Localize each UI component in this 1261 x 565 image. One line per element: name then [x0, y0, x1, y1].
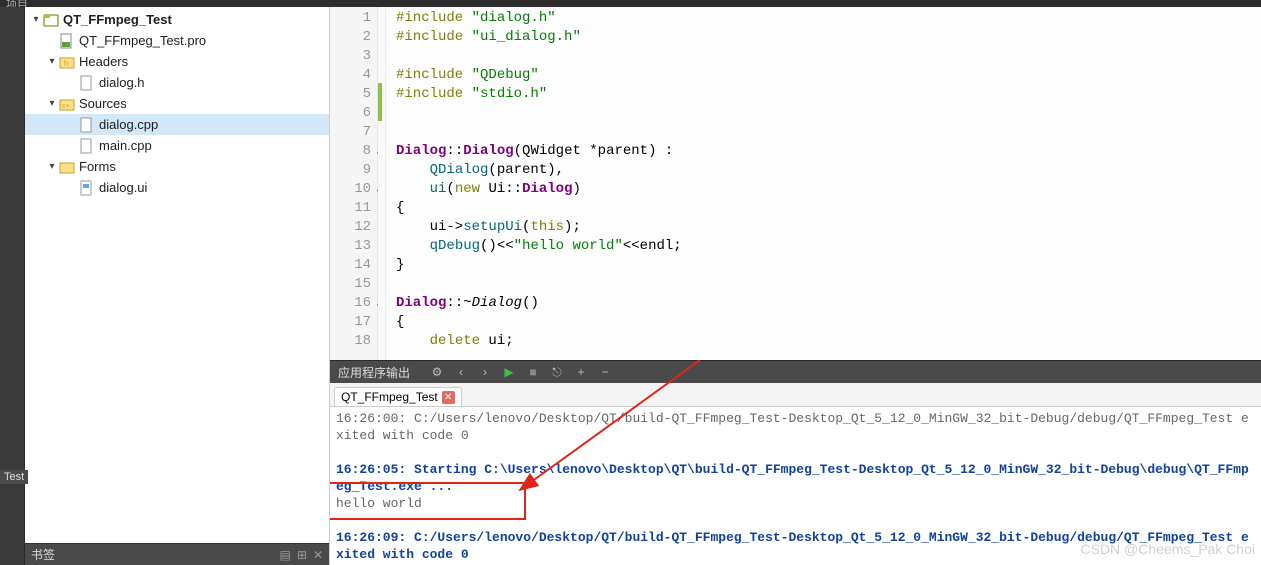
h-file-icon [79, 75, 95, 91]
chevron-down-icon[interactable]: ▾ [29, 14, 43, 25]
tree-file-dialog-h[interactable]: dialog.h [25, 72, 329, 93]
tree-label: main.cpp [99, 138, 152, 153]
output-line [336, 444, 1255, 461]
tree-forms-folder[interactable]: ▾ Forms [25, 156, 329, 177]
output-line [336, 512, 1255, 529]
next-icon[interactable]: › [476, 365, 494, 379]
settings-icon[interactable]: ⚙ [428, 365, 446, 379]
folder-ui-icon [59, 159, 75, 175]
tree-label: Headers [79, 54, 128, 69]
project-tree[interactable]: ▾ QT_FFmpeg_Test QT_FFmpeg_Test.pro ▾ h … [25, 7, 329, 543]
attach-icon[interactable]: ⎋ [548, 365, 566, 380]
tree-label: QT_FFmpeg_Test [63, 12, 172, 27]
line-gutter: 12345678▾910▾111213141516▾1718 [330, 7, 378, 360]
tree-file-dialog-cpp[interactable]: dialog.cpp [25, 114, 329, 135]
cpp-file-icon [79, 117, 95, 133]
tree-pro-file[interactable]: QT_FFmpeg_Test.pro [25, 30, 329, 51]
project-icon [43, 12, 59, 28]
tree-file-main-cpp[interactable]: main.cpp [25, 135, 329, 156]
svg-text:c+: c+ [62, 103, 70, 110]
output-line: hello world [336, 495, 1255, 512]
top-tab-bar: 项目 [0, 0, 1261, 7]
close-icon[interactable]: ✕ [442, 391, 455, 404]
chevron-down-icon[interactable]: ▾ [45, 98, 59, 109]
output-tab[interactable]: QT_FFmpeg_Test ✕ [334, 387, 462, 406]
tree-label: dialog.cpp [99, 117, 158, 132]
chevron-down-icon[interactable]: ▾ [45, 161, 59, 172]
tree-file-dialog-ui[interactable]: dialog.ui [25, 177, 329, 198]
tree-label: dialog.ui [99, 180, 147, 195]
output-header: 应用程序输出 ⚙ ‹ › ▶ ■ ⎋ + − [330, 361, 1261, 383]
folder-h-icon: h [59, 54, 75, 70]
code-editor[interactable]: 12345678▾910▾111213141516▾1718 #include … [330, 7, 1261, 360]
editor-column: 12345678▾910▾111213141516▾1718 #include … [330, 7, 1261, 565]
output-panel: 应用程序输出 ⚙ ‹ › ▶ ■ ⎋ + − QT_FFmpeg_Test ✕ [330, 360, 1261, 565]
add-icon[interactable]: + [572, 365, 590, 379]
run-icon[interactable]: ▶ [500, 365, 518, 379]
ui-file-icon [79, 180, 95, 196]
output-tab-label: QT_FFmpeg_Test [341, 390, 438, 404]
cpp-file-icon [79, 138, 95, 154]
main-area: ▾ QT_FFmpeg_Test QT_FFmpeg_Test.pro ▾ h … [0, 7, 1261, 565]
tree-project-root[interactable]: ▾ QT_FFmpeg_Test [25, 9, 329, 30]
bookmark-bar: 书签 ▤ ⊞ ✕ [25, 543, 329, 565]
tree-headers-folder[interactable]: ▾ h Headers [25, 51, 329, 72]
output-line: 16:26:00: C:/Users/lenovo/Desktop/QT/bui… [336, 410, 1255, 444]
pro-file-icon [59, 33, 75, 49]
tree-label: dialog.h [99, 75, 145, 90]
project-panel: ▾ QT_FFmpeg_Test QT_FFmpeg_Test.pro ▾ h … [25, 7, 330, 565]
watermark: CSDN @Cheems_Pak Choi [1081, 541, 1256, 557]
change-mark-bar [378, 7, 386, 360]
bookmark-label: 书签 [31, 546, 55, 563]
tree-label: Forms [79, 159, 116, 174]
output-toolbar: ⚙ ‹ › ▶ ■ ⎋ + − [428, 365, 614, 380]
output-line: 16:26:05: Starting C:\Users\lenovo\Deskt… [336, 461, 1255, 495]
output-tabs: QT_FFmpeg_Test ✕ [330, 383, 1261, 407]
test-sidebar-label: Test [0, 470, 28, 484]
close-icon[interactable]: ✕ [313, 548, 323, 562]
tree-sources-folder[interactable]: ▾ c+ Sources [25, 93, 329, 114]
folder-cpp-icon: c+ [59, 96, 75, 112]
tree-label: Sources [79, 96, 127, 111]
filter-icon[interactable]: ▤ [280, 548, 291, 562]
prev-icon[interactable]: ‹ [452, 365, 470, 379]
tree-label: QT_FFmpeg_Test.pro [79, 33, 206, 48]
remove-icon[interactable]: − [596, 365, 614, 379]
stop-icon[interactable]: ■ [524, 365, 542, 379]
svg-text:h: h [64, 59, 68, 68]
topbar-left: 项目 [6, 0, 28, 7]
code-body[interactable]: #include "dialog.h"#include "ui_dialog.h… [386, 7, 1261, 360]
chevron-down-icon[interactable]: ▾ [45, 56, 59, 67]
output-title: 应用程序输出 [330, 364, 418, 381]
split-icon[interactable]: ⊞ [297, 548, 307, 562]
